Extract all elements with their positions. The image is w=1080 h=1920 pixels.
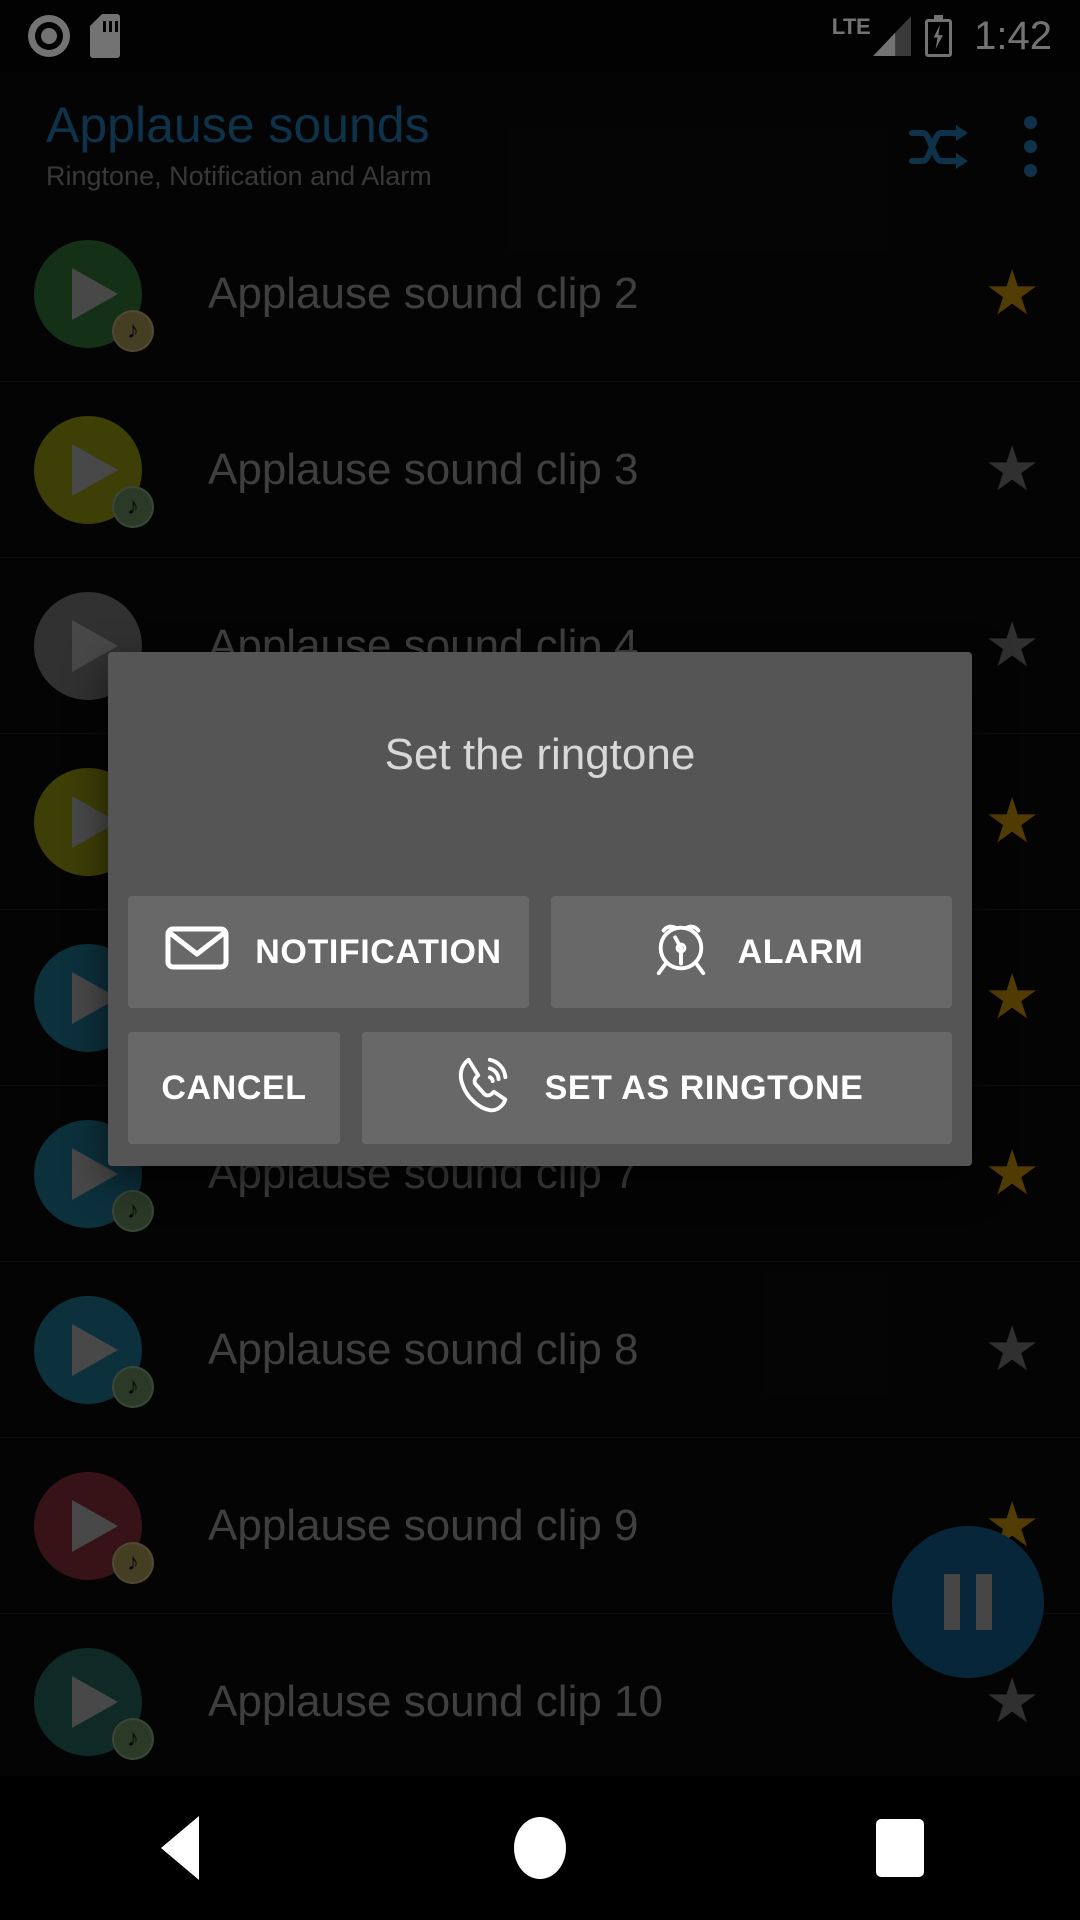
alarm-clock-icon [650, 919, 712, 986]
nav-back-button[interactable] [0, 1816, 360, 1880]
back-triangle-icon [161, 1816, 199, 1880]
phone-ringing-icon [451, 1052, 519, 1125]
notification-button[interactable]: NOTIFICATION [128, 896, 529, 1008]
home-circle-icon [514, 1817, 566, 1879]
dialog-button-row-secondary: CANCEL SET AS RINGTONE [108, 1032, 972, 1144]
system-navigation-bar [0, 1776, 1080, 1920]
alarm-button-label: ALARM [737, 932, 864, 971]
set-as-ringtone-button-label: SET AS RINGTONE [544, 1068, 864, 1107]
cancel-button-label: CANCEL [161, 1068, 307, 1107]
nav-home-button[interactable] [360, 1817, 720, 1879]
cancel-button[interactable]: CANCEL [128, 1032, 340, 1144]
recents-square-icon [876, 1819, 924, 1877]
envelope-icon [165, 924, 229, 981]
notification-button-label: NOTIFICATION [255, 932, 502, 971]
set-ringtone-dialog: Set the ringtone NOTIFICATION ALARM CANC… [108, 652, 972, 1166]
dialog-button-row-primary: NOTIFICATION ALARM [108, 896, 972, 1008]
set-as-ringtone-button[interactable]: SET AS RINGTONE [362, 1032, 952, 1144]
phone-screen: LTE 1:42 Applause sounds Ringtone, Notif… [0, 0, 1080, 1920]
dialog-title: Set the ringtone [384, 730, 696, 779]
alarm-button[interactable]: ALARM [551, 896, 952, 1008]
nav-recents-button[interactable] [720, 1819, 1080, 1877]
